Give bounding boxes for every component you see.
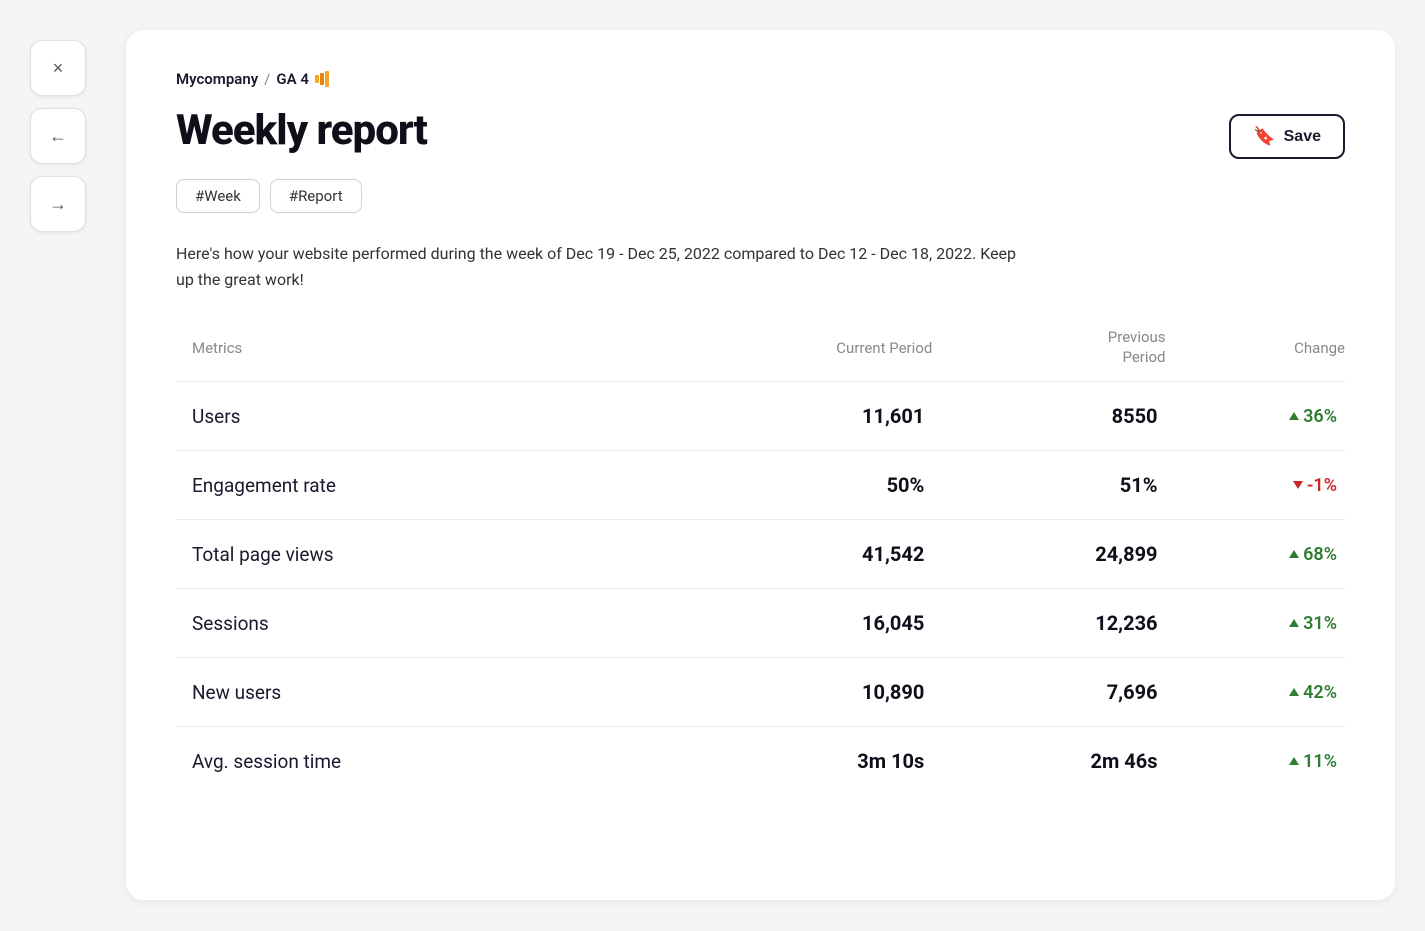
previous-value: 2m 46s: [932, 727, 1165, 796]
breadcrumb: Mycompany / GA 4: [176, 70, 1345, 88]
metric-label: New users: [176, 658, 663, 727]
current-value: 16,045: [663, 589, 933, 658]
current-value: 3m 10s: [663, 727, 933, 796]
table-row: New users 10,890 7,696 42%: [176, 658, 1345, 727]
table-row: Total page views 41,542 24,899 68%: [176, 520, 1345, 589]
col-header-change: Change: [1166, 328, 1345, 382]
arrow-up-icon: [1289, 619, 1299, 627]
current-value: 11,601: [663, 382, 933, 451]
sidebar: × ← →: [30, 40, 86, 232]
page-title: Weekly report: [176, 106, 427, 155]
arrow-up-icon: [1289, 412, 1299, 420]
tags-container: #Week #Report: [176, 179, 1345, 213]
metric-label: Users: [176, 382, 663, 451]
previous-value: 7,696: [932, 658, 1165, 727]
save-label: Save: [1284, 128, 1321, 146]
col-header-current: Current Period: [663, 328, 933, 382]
description-text: Here's how your website performed during…: [176, 241, 1036, 292]
metric-label: Total page views: [176, 520, 663, 589]
main-content: Mycompany / GA 4 Weekly report 🔖 Save #W…: [126, 30, 1395, 900]
change-value: -1%: [1166, 451, 1345, 520]
forward-icon: →: [49, 194, 67, 215]
arrow-down-icon: [1293, 481, 1303, 489]
current-value: 41,542: [663, 520, 933, 589]
previous-value: 12,236: [932, 589, 1165, 658]
header-row: Weekly report 🔖 Save: [176, 106, 1345, 159]
tag-report[interactable]: #Report: [270, 179, 362, 213]
change-value: 11%: [1166, 727, 1345, 796]
arrow-up-icon: [1289, 550, 1299, 558]
property-name: GA 4: [276, 70, 309, 88]
previous-value: 24,899: [932, 520, 1165, 589]
arrow-up-icon: [1289, 757, 1299, 765]
change-value: 31%: [1166, 589, 1345, 658]
arrow-up-icon: [1289, 688, 1299, 696]
col-header-metric: Metrics: [176, 328, 663, 382]
table-row: Avg. session time 3m 10s 2m 46s 11%: [176, 727, 1345, 796]
table-row: Engagement rate 50% 51% -1%: [176, 451, 1345, 520]
metric-label: Sessions: [176, 589, 663, 658]
table-row: Users 11,601 8550 36%: [176, 382, 1345, 451]
tag-week[interactable]: #Week: [176, 179, 260, 213]
change-value: 36%: [1166, 382, 1345, 451]
change-value: 42%: [1166, 658, 1345, 727]
current-value: 50%: [663, 451, 933, 520]
company-name: Mycompany: [176, 70, 258, 88]
bookmark-icon: 🔖: [1253, 126, 1275, 147]
close-icon: ×: [53, 58, 64, 79]
metrics-table: Metrics Current Period PreviousPeriod Ch…: [176, 328, 1345, 795]
previous-value: 8550: [932, 382, 1165, 451]
previous-value: 51%: [932, 451, 1165, 520]
breadcrumb-separator: /: [264, 70, 270, 88]
save-button[interactable]: 🔖 Save: [1229, 114, 1345, 159]
table-row: Sessions 16,045 12,236 31%: [176, 589, 1345, 658]
back-button[interactable]: ←: [30, 108, 86, 164]
change-value: 68%: [1166, 520, 1345, 589]
metric-label: Engagement rate: [176, 451, 663, 520]
current-value: 10,890: [663, 658, 933, 727]
back-icon: ←: [49, 126, 67, 147]
col-header-previous: PreviousPeriod: [932, 328, 1165, 382]
analytics-icon: [315, 71, 329, 87]
metric-label: Avg. session time: [176, 727, 663, 796]
forward-button[interactable]: →: [30, 176, 86, 232]
close-button[interactable]: ×: [30, 40, 86, 96]
